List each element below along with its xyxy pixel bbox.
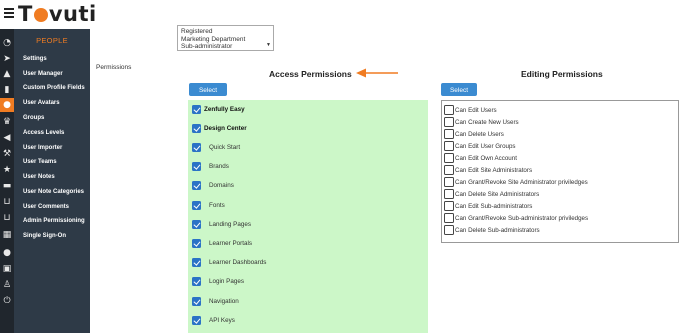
main-content: Registered Marketing Department Sub-admi… xyxy=(90,25,688,333)
sidebar-section-title: PEOPLE xyxy=(14,29,90,52)
checkbox-unchecked-icon[interactable] xyxy=(444,213,454,223)
graduation-cap-icon[interactable]: ▲ xyxy=(2,69,12,79)
checkbox-checked-icon[interactable] xyxy=(192,220,201,229)
sidebar-item-single-sign-on[interactable]: Single Sign-On xyxy=(23,233,66,239)
checkbox-unchecked-icon[interactable] xyxy=(444,117,454,127)
checkbox-checked-icon[interactable] xyxy=(192,181,201,190)
checkbox-unchecked-icon[interactable] xyxy=(444,201,454,211)
logo-circle-icon xyxy=(33,8,48,22)
editing-select-all-button[interactable]: Select All xyxy=(441,83,477,107)
sidebar-item-groups[interactable]: Groups xyxy=(23,115,44,121)
checkbox-checked-icon[interactable] xyxy=(192,201,201,210)
chat-icon[interactable]: ● xyxy=(2,248,12,258)
role-select-list[interactable]: Registered Marketing Department Sub-admi… xyxy=(177,25,274,51)
checkbox-checked-icon[interactable] xyxy=(192,297,201,306)
sidebar: PEOPLE Settings User Manager Custom Prof… xyxy=(14,29,90,333)
sidebar-item-user-manager[interactable]: User Manager xyxy=(23,71,63,77)
cart-icon[interactable]: ⊔ xyxy=(2,197,12,207)
access-permissions-panel: Zenfully Easy Design Center Quick Start … xyxy=(188,100,428,333)
sidebar-item-custom-profile-fields[interactable]: Custom Profile Fields xyxy=(23,85,85,91)
sidebar-item-admin-permissioning[interactable]: Admin Permissioning xyxy=(23,218,85,224)
icon-strip: ◔ ➤ ▲ ▮ ● ♛ ◀ ⚒ ★ ▬ ⊔ ⊔ ▦ ● ▣ ♙ ⏻ xyxy=(0,29,14,333)
sidebar-item-user-teams[interactable]: User Teams xyxy=(23,159,57,165)
permissions-label: Permissions xyxy=(96,64,132,71)
checkbox-unchecked-icon[interactable] xyxy=(444,153,454,163)
sidebar-item-user-importer[interactable]: User Importer xyxy=(23,145,62,151)
sidebar-item-settings[interactable]: Settings xyxy=(23,56,47,62)
flask-icon[interactable]: ♙ xyxy=(2,280,12,290)
tovuti-logo[interactable]: Tvuti xyxy=(18,2,97,26)
card-icon[interactable]: ▬ xyxy=(2,181,12,191)
calendar-icon[interactable]: ▦ xyxy=(2,230,12,240)
checkbox-checked-icon[interactable] xyxy=(192,162,201,171)
gavel-icon[interactable]: ⚒ xyxy=(2,149,12,159)
checkbox-checked-icon[interactable] xyxy=(192,143,201,152)
sidebar-item-access-levels[interactable]: Access Levels xyxy=(23,130,64,136)
doc-icon[interactable]: ▣ xyxy=(2,264,12,274)
sidebar-item-user-comments[interactable]: User Comments xyxy=(23,204,69,210)
checkbox-unchecked-icon[interactable] xyxy=(444,177,454,187)
checkbox-checked-icon[interactable] xyxy=(192,277,201,286)
arrow-left-icon xyxy=(356,68,398,78)
chart-icon[interactable]: ▮ xyxy=(2,85,12,95)
checkbox-unchecked-icon[interactable] xyxy=(444,189,454,199)
checkbox-checked-icon[interactable] xyxy=(192,316,201,325)
checkbox-checked-icon[interactable] xyxy=(192,105,201,114)
rocket-icon[interactable]: ➤ xyxy=(2,54,12,64)
sidebar-item-user-avatars[interactable]: User Avatars xyxy=(23,100,60,106)
editing-permissions-panel: Can Edit Users Can Create New Users Can … xyxy=(441,100,679,243)
scroll-down-icon[interactable]: ▼ xyxy=(266,42,271,48)
editing-permissions-title: Editing Permissions xyxy=(521,69,603,79)
checkbox-checked-icon[interactable] xyxy=(192,239,201,248)
checkbox-unchecked-icon[interactable] xyxy=(444,165,454,175)
sidebar-item-user-notes[interactable]: User Notes xyxy=(23,174,55,180)
checkbox-checked-icon[interactable] xyxy=(192,258,201,267)
trophy-icon[interactable]: ♛ xyxy=(2,117,12,127)
power-icon[interactable]: ⏻ xyxy=(2,296,12,306)
checkbox-checked-icon[interactable] xyxy=(192,124,201,133)
people-icon[interactable]: ● xyxy=(0,98,14,112)
access-select-all-button[interactable]: Select All xyxy=(189,83,227,107)
role-option[interactable]: Marketing Department xyxy=(181,36,270,44)
checkbox-unchecked-icon[interactable] xyxy=(444,225,454,235)
checkbox-unchecked-icon[interactable] xyxy=(444,129,454,139)
role-option[interactable]: Registered xyxy=(181,28,270,36)
checkbox-unchecked-icon[interactable] xyxy=(444,141,454,151)
megaphone-icon[interactable]: ◀ xyxy=(2,133,12,143)
hamburger-menu-icon[interactable] xyxy=(4,6,14,22)
star-icon[interactable]: ★ xyxy=(2,165,12,175)
checkbox-unchecked-icon[interactable] xyxy=(444,105,454,115)
top-bar: Tvuti xyxy=(0,0,688,29)
role-option[interactable]: Sub-administrator xyxy=(181,43,270,50)
dashboard-icon[interactable]: ◔ xyxy=(2,38,12,48)
cart-icon[interactable]: ⊔ xyxy=(2,213,12,223)
sidebar-item-user-note-categories[interactable]: User Note Categories xyxy=(23,189,84,195)
access-permissions-title: Access Permissions xyxy=(269,69,352,79)
